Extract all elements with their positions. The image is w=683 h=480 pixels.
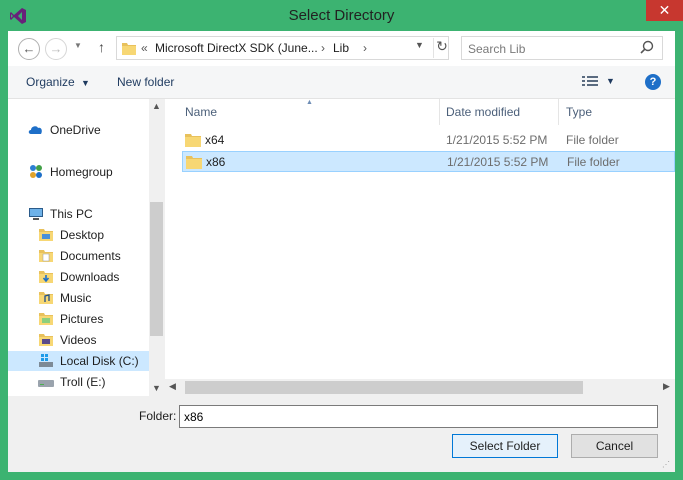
breadcrumb-lib[interactable]: Lib xyxy=(333,41,349,55)
folder-icon xyxy=(39,229,53,241)
column-divider[interactable] xyxy=(558,99,559,125)
chevron-down-icon[interactable]: ▼ xyxy=(415,40,424,50)
file-type: File folder xyxy=(567,155,620,169)
view-details-icon[interactable] xyxy=(582,75,598,88)
folder-icon xyxy=(39,334,53,346)
nav-item-label: Documents xyxy=(60,249,121,263)
organize-button[interactable]: Organize ▼ xyxy=(26,75,90,89)
chevron-up-icon[interactable]: ▲ xyxy=(152,101,161,111)
chevron-down-icon: ▼ xyxy=(81,78,90,88)
folder-label: Folder: xyxy=(139,409,177,423)
nav-item-local-disk[interactable]: Local Disk (C:) xyxy=(8,351,149,371)
address-box[interactable]: « Microsoft DirectX SDK (June... › Lib ›… xyxy=(116,36,449,60)
column-divider[interactable] xyxy=(439,99,440,125)
file-date: 1/21/2015 5:52 PM xyxy=(446,133,548,147)
dialog-body: ← → ▼ ↑ « Microsoft DirectX SDK (June...… xyxy=(8,31,675,472)
horizontal-scroll-thumb[interactable] xyxy=(185,381,583,394)
nav-item-label: Troll (E:) xyxy=(60,375,106,389)
nav-item-label: Downloads xyxy=(60,270,120,284)
nav-item-label: Local Disk (C:) xyxy=(60,354,139,368)
nav-item-label: Homegroup xyxy=(50,165,113,179)
nav-item-documents[interactable]: Documents xyxy=(38,246,149,266)
nav-item-this-pc[interactable]: This PC xyxy=(28,204,149,224)
cloud-icon xyxy=(28,126,42,134)
search-icon xyxy=(640,40,654,54)
nav-item-label: This PC xyxy=(50,207,93,221)
search-input[interactable] xyxy=(466,40,640,58)
refresh-button[interactable]: ↻ xyxy=(433,38,450,58)
folder-input[interactable] xyxy=(179,405,658,428)
chevron-left-icon[interactable]: ◀ xyxy=(169,381,176,392)
homegroup-icon xyxy=(30,165,42,178)
folder-icon xyxy=(186,156,202,169)
select-folder-button[interactable]: Select Folder xyxy=(452,434,558,458)
file-name: x86 xyxy=(206,155,226,169)
file-list: ▲ Name Date modified Type x64 1/21/2015 … xyxy=(165,99,675,396)
folder-icon xyxy=(39,250,53,262)
new-folder-button[interactable]: New folder xyxy=(117,75,174,89)
search-box[interactable] xyxy=(461,36,663,60)
nav-item-label: OneDrive xyxy=(50,123,101,137)
nav-item-onedrive[interactable]: OneDrive xyxy=(28,120,149,140)
nav-item-label: Music xyxy=(60,291,92,305)
nav-item-music[interactable]: Music xyxy=(38,288,149,308)
title-bar: Select Directory ✕ xyxy=(0,0,683,31)
navigation-pane: OneDrive Homegroup This PC Desktop Docum… xyxy=(8,99,164,396)
nav-scroll-thumb[interactable] xyxy=(150,202,163,336)
window-title: Select Directory xyxy=(288,7,395,24)
drive-icon xyxy=(38,380,54,387)
organize-label: Organize xyxy=(26,75,75,89)
sort-ascending-icon: ▲ xyxy=(306,99,313,106)
nav-item-troll-drive[interactable]: Troll (E:) xyxy=(38,372,149,392)
folder-icon xyxy=(185,134,201,147)
folder-icon xyxy=(122,43,136,55)
file-type: File folder xyxy=(566,133,619,147)
nav-scrollbar[interactable]: ▲ ▼ xyxy=(149,99,164,396)
file-name: x64 xyxy=(205,133,225,147)
column-header-date[interactable]: Date modified xyxy=(446,105,520,119)
command-bar: Organize ▼ New folder ▼ ? xyxy=(8,66,675,99)
column-header-type[interactable]: Type xyxy=(566,105,592,119)
nav-item-label: Pictures xyxy=(60,312,104,326)
file-row[interactable]: x64 1/21/2015 5:52 PM File folder xyxy=(182,130,675,151)
back-button[interactable]: ← xyxy=(18,38,40,60)
resize-grip[interactable]: ⋰ xyxy=(662,460,670,469)
nav-item-videos[interactable]: Videos xyxy=(38,330,149,350)
nav-item-pictures[interactable]: Pictures xyxy=(38,309,149,329)
forward-button[interactable]: → xyxy=(45,38,67,60)
nav-item-label: Desktop xyxy=(60,228,105,242)
folder-icon xyxy=(39,313,53,325)
recent-locations-dropdown[interactable]: ▼ xyxy=(74,41,82,50)
breadcrumb-overflow[interactable]: « xyxy=(141,41,148,55)
nav-item-downloads[interactable]: Downloads xyxy=(38,267,149,287)
breadcrumb-sdk[interactable]: Microsoft DirectX SDK (June... xyxy=(155,41,318,55)
chevron-down-icon[interactable]: ▼ xyxy=(152,383,161,393)
address-bar-row: ← → ▼ ↑ « Microsoft DirectX SDK (June...… xyxy=(8,31,675,66)
breadcrumb-separator[interactable]: › xyxy=(321,41,325,55)
horizontal-scrollbar[interactable]: ◀ ▶ xyxy=(165,379,675,396)
file-row-selected[interactable]: x86 1/21/2015 5:52 PM File folder xyxy=(182,151,675,172)
chevron-right-icon[interactable]: ▶ xyxy=(663,381,670,392)
file-date: 1/21/2015 5:52 PM xyxy=(447,155,549,169)
dialog-footer: Folder: Select Folder Cancel ⋰ xyxy=(8,396,675,472)
up-button[interactable]: ↑ xyxy=(98,39,105,55)
computer-icon xyxy=(29,208,43,220)
cancel-button[interactable]: Cancel xyxy=(571,434,658,458)
folder-icon xyxy=(39,271,53,283)
close-button[interactable]: ✕ xyxy=(646,0,683,21)
dialog-window: Select Directory ✕ ← → ▼ ↑ « Microsoft D… xyxy=(0,0,683,480)
nav-item-desktop[interactable]: Desktop xyxy=(38,225,149,245)
folder-icon xyxy=(39,292,53,304)
breadcrumb-separator[interactable]: › xyxy=(363,41,367,55)
drive-icon xyxy=(39,354,53,367)
nav-item-homegroup[interactable]: Homegroup xyxy=(28,162,149,182)
view-options-dropdown[interactable]: ▼ xyxy=(606,76,615,86)
help-icon[interactable]: ? xyxy=(645,74,661,90)
nav-item-label: Videos xyxy=(60,333,97,347)
column-header-name[interactable]: Name xyxy=(185,105,217,119)
